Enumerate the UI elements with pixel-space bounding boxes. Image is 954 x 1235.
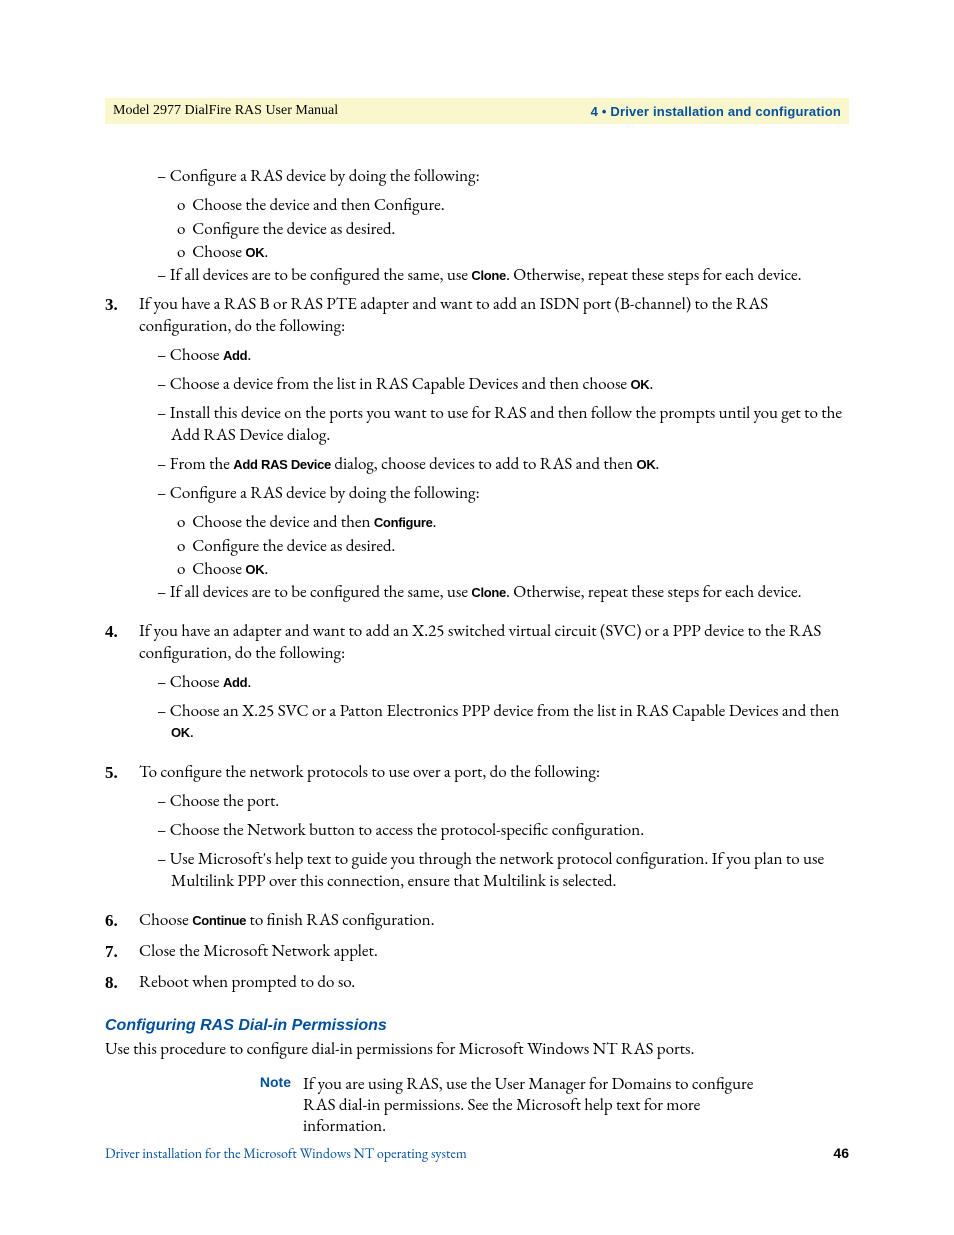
dash-item: – Configure a RAS device by doing the fo…: [157, 483, 849, 504]
dash-item: – If all devices are to be configured th…: [157, 265, 849, 286]
text: .: [264, 558, 268, 580]
bold: Add: [223, 348, 247, 363]
list-item-4: 4. If you have an adapter and want to ad…: [105, 621, 849, 751]
text: Choose the device and then Configure.: [192, 194, 444, 216]
header-bar: Model 2977 DialFire RAS User Manual 4 • …: [105, 98, 849, 124]
text: Choose: [192, 558, 245, 580]
list-number: 7.: [105, 941, 139, 962]
dash-item: – Install this device on the ports you w…: [157, 403, 849, 446]
text: to finish RAS configuration.: [246, 910, 434, 931]
note-label: Note: [235, 1074, 291, 1092]
section-heading: Configuring RAS Dial-in Permissions: [105, 1016, 849, 1036]
list-number: 5.: [105, 762, 139, 783]
text: Configure a RAS device by doing the foll…: [170, 165, 480, 187]
text: Configure the device as desired.: [192, 535, 395, 557]
footer: Driver installation for the Microsoft Wi…: [105, 1145, 849, 1163]
o-item: o Configure the device as desired.: [177, 219, 849, 240]
text: .: [655, 453, 659, 475]
bold: Configure: [374, 515, 433, 530]
text: .: [190, 721, 194, 743]
dash-item: – Use Microsoft's help text to guide you…: [157, 849, 849, 892]
text: Close the Microsoft Network applet.: [139, 941, 378, 962]
dash-item: – Choose Add.: [157, 345, 849, 366]
o-item: o Choose OK.: [177, 242, 849, 263]
section-intro: Use this procedure to configure dial-in …: [105, 1039, 849, 1060]
text: .: [264, 241, 268, 263]
text: To configure the network protocols to us…: [139, 762, 600, 783]
text: If you have an adapter and want to add a…: [139, 621, 821, 663]
text: Choose: [170, 344, 223, 366]
text: Use Microsoft's help text to guide you t…: [170, 848, 824, 891]
dash-item: – From the Add RAS Device dialog, choose…: [157, 454, 849, 475]
body-text: – Configure a RAS device by doing the fo…: [105, 166, 849, 1138]
header-chapter-title: 4 • Driver installation and configuratio…: [591, 104, 841, 119]
page-number: 46: [833, 1145, 849, 1163]
text: Choose the device and then: [192, 511, 374, 533]
bold: Clone: [471, 268, 506, 283]
list-number: 8.: [105, 972, 139, 993]
dash-item: – Choose an X.25 SVC or a Patton Electro…: [157, 701, 849, 744]
note-text: If you are using RAS, use the User Manag…: [303, 1074, 784, 1138]
bold: Add RAS Device: [233, 457, 331, 472]
text: Choose: [192, 241, 245, 263]
text: .: [433, 511, 437, 533]
bold: Continue: [192, 913, 246, 928]
list-item-5: 5. To configure the network protocols to…: [105, 762, 849, 900]
text: Choose the Network button to access the …: [170, 819, 644, 841]
bold: OK: [245, 245, 264, 260]
list-item-8: 8. Reboot when prompted to do so.: [105, 972, 849, 993]
o-item: o Choose the device and then Configure.: [177, 512, 849, 533]
bold: OK: [245, 562, 264, 577]
dash-item: – Choose the port.: [157, 791, 849, 812]
footer-section-title: Driver installation for the Microsoft Wi…: [105, 1145, 467, 1163]
text: .: [649, 373, 653, 395]
bold: Clone: [471, 585, 506, 600]
text: . Otherwise, repeat these steps for each…: [506, 264, 802, 286]
o-item: o Choose the device and then Configure.: [177, 195, 849, 216]
text: .: [247, 344, 251, 366]
text: dialog, choose devices to add to RAS and…: [331, 453, 637, 475]
bold: OK: [171, 725, 190, 740]
text: Configure a RAS device by doing the foll…: [170, 482, 480, 504]
list-number: 6.: [105, 910, 139, 931]
text: Choose: [170, 671, 223, 693]
list-item-3: 3. If you have a RAS B or RAS PTE adapte…: [105, 294, 849, 611]
list-number: 4.: [105, 621, 139, 642]
dash-item: – Choose the Network button to access th…: [157, 820, 849, 841]
text: Choose an X.25 SVC or a Patton Electroni…: [170, 700, 840, 722]
note-block: Note If you are using RAS, use the User …: [235, 1074, 784, 1138]
dash-item: – If all devices are to be configured th…: [157, 582, 849, 603]
list-item-7: 7. Close the Microsoft Network applet.: [105, 941, 849, 962]
text: .: [247, 671, 251, 693]
text: If all devices are to be configured the …: [170, 581, 472, 603]
dash-item: – Configure a RAS device by doing the fo…: [157, 166, 849, 187]
text: . Otherwise, repeat these steps for each…: [506, 581, 802, 603]
header-manual-title: Model 2977 DialFire RAS User Manual: [113, 103, 338, 119]
continuation-block: – Configure a RAS device by doing the fo…: [139, 166, 849, 286]
text: From the: [170, 453, 234, 475]
list-number: 3.: [105, 294, 139, 315]
list-item-6: 6. Choose Continue to finish RAS configu…: [105, 910, 849, 931]
text: Choose the port.: [170, 790, 279, 812]
bold: OK: [630, 377, 649, 392]
dash-item: – Choose Add.: [157, 672, 849, 693]
page: Model 2977 DialFire RAS User Manual 4 • …: [0, 0, 954, 1235]
text: Configure the device as desired.: [192, 218, 395, 240]
bold: Add: [223, 675, 247, 690]
text: Install this device on the ports you wan…: [170, 402, 842, 445]
text: Choose a device from the list in RAS Cap…: [170, 373, 631, 395]
bold: OK: [637, 457, 656, 472]
text: Choose: [139, 910, 192, 931]
text: If all devices are to be configured the …: [170, 264, 472, 286]
dash-item: – Choose a device from the list in RAS C…: [157, 374, 849, 395]
o-item: o Choose OK.: [177, 559, 849, 580]
text: Reboot when prompted to do so.: [139, 972, 355, 993]
o-item: o Configure the device as desired.: [177, 536, 849, 557]
text: If you have a RAS B or RAS PTE adapter a…: [139, 294, 768, 336]
